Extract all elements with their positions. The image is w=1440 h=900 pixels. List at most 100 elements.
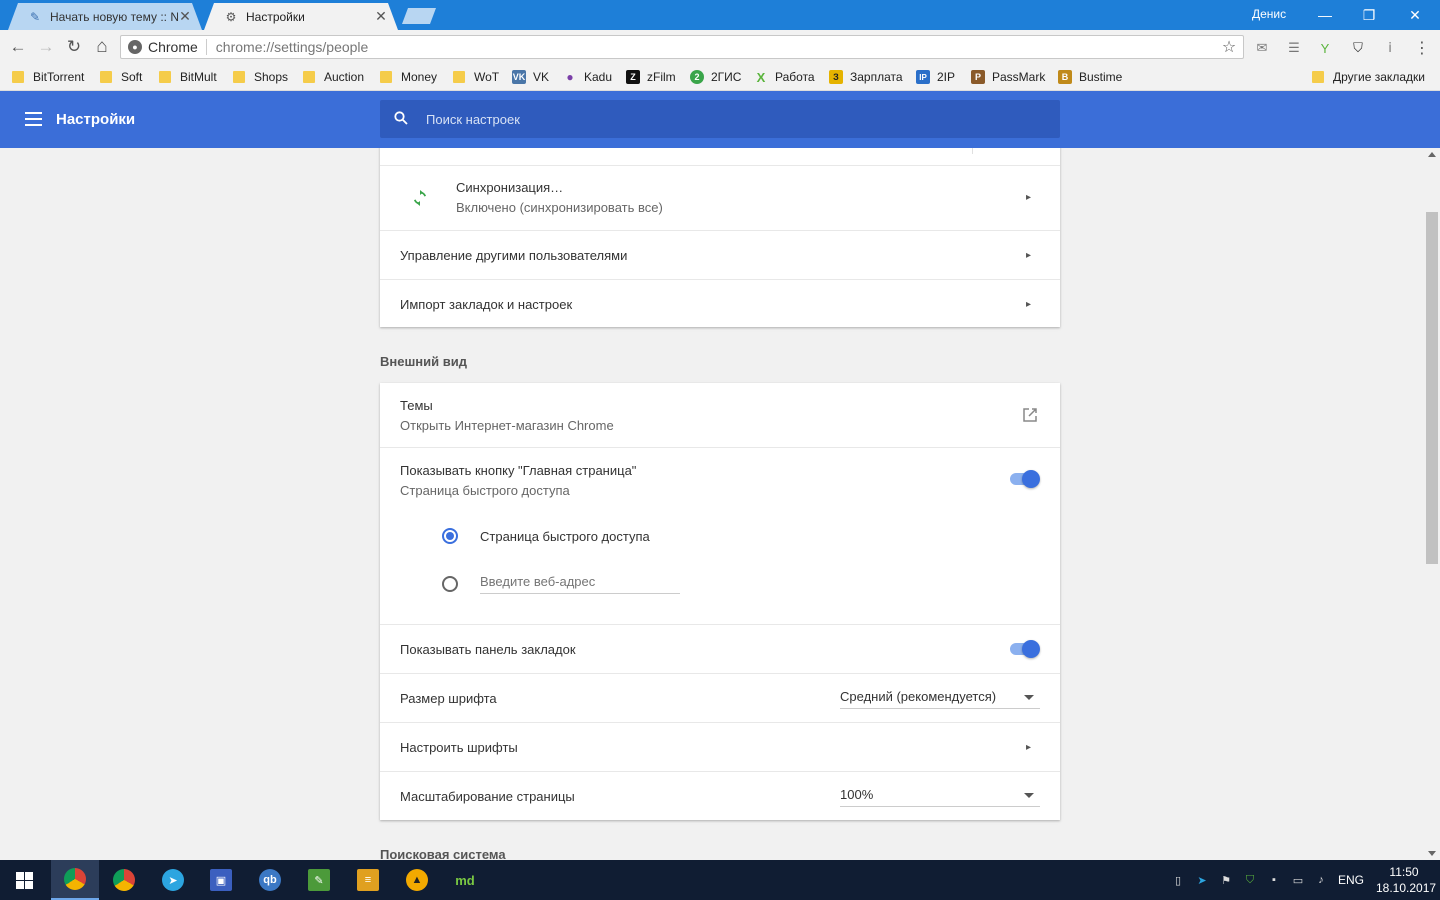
bookmark-2gis[interactable]: 2 2ГИС — [690, 69, 741, 85]
telegram-tray-icon[interactable]: ➤ — [1194, 872, 1210, 888]
network-icon[interactable]: ▭ — [1290, 872, 1306, 888]
taskbar-md[interactable]: md — [441, 860, 489, 900]
volume-icon[interactable]: ♪ — [1313, 872, 1329, 888]
clock[interactable]: 11:50 18.10.2017 — [1376, 864, 1436, 896]
usb-icon[interactable]: ▯ — [1170, 872, 1186, 888]
home-button-title: Показывать кнопку "Главная страница" — [400, 463, 637, 478]
close-window-button[interactable]: ✕ — [1392, 0, 1438, 30]
reload-button[interactable]: ↻ — [63, 36, 85, 58]
bookmark-bustime[interactable]: B Bustime — [1058, 69, 1122, 85]
bookmark-2ip[interactable]: IP 2IP — [916, 69, 955, 85]
import-row[interactable]: Импорт закладок и настроек ▸ — [380, 279, 1060, 327]
chrome-icon — [64, 868, 86, 890]
taskbar-chrome[interactable] — [100, 860, 148, 900]
bookmarks-bar-row[interactable]: Показывать панель закладок — [380, 624, 1060, 673]
chevron-right-icon: ▸ — [1026, 192, 1032, 203]
close-icon[interactable]: ✕ — [178, 8, 192, 25]
customize-fonts-row[interactable]: Настроить шрифты ▸ — [380, 722, 1060, 771]
address-bar[interactable]: ● Chrome chrome://settings/people ☆ — [120, 35, 1244, 59]
shield-icon[interactable]: ⛉ — [1349, 39, 1367, 57]
flag-icon[interactable]: ⚑ — [1218, 872, 1234, 888]
sync-row[interactable]: Синхронизация… Включено (синхронизироват… — [380, 165, 1060, 230]
bookmark-folder[interactable]: Money — [380, 69, 437, 85]
bookmark-zfilm[interactable]: ZzFilm — [626, 69, 676, 85]
telegram-icon: ➤ — [162, 869, 184, 891]
folder-icon — [159, 71, 171, 83]
themes-title: Темы — [400, 398, 433, 413]
import-label: Импорт закладок и настроек — [400, 297, 573, 312]
bookmark-folder[interactable]: Auction — [303, 69, 364, 85]
hamburger-menu-icon[interactable] — [25, 112, 42, 126]
sync-title: Синхронизация… — [456, 180, 564, 195]
bookmarks-bar-toggle[interactable] — [1008, 640, 1040, 658]
bookmark-folder[interactable]: WoT — [453, 69, 499, 85]
back-button[interactable]: ← — [7, 36, 29, 58]
bookmark-folder[interactable]: BitMult — [159, 69, 217, 85]
dropdown-arrow-icon — [1024, 793, 1034, 798]
bookmarks-bar-label: Показывать панель закладок — [400, 642, 576, 657]
taskbar-notepad[interactable]: ✎ — [295, 860, 343, 900]
bookmark-passmark[interactable]: P PassMark — [971, 69, 1045, 85]
start-button[interactable] — [0, 860, 48, 900]
external-link-icon[interactable] — [1022, 407, 1038, 423]
bookmark-folder[interactable]: Soft — [100, 69, 142, 85]
home-button-row: Показывать кнопку "Главная страница" Стр… — [380, 447, 1060, 624]
mail-icon[interactable]: ✉ — [1253, 39, 1271, 57]
url-text[interactable]: chrome://settings/people — [216, 39, 1219, 55]
search-input[interactable] — [426, 109, 1026, 129]
new-tab-button[interactable] — [402, 8, 436, 24]
taskbar-aimp[interactable]: ▲ — [393, 860, 441, 900]
scrollbar-thumb[interactable] — [1426, 212, 1438, 564]
taskbar-qbittorrent[interactable]: qb — [246, 860, 294, 900]
dropdown-arrow-icon — [1024, 695, 1034, 700]
bookmark-vk[interactable]: VK VK — [512, 69, 549, 85]
tab-new-topic[interactable]: ✎ Начать новую тему :: N ✕ — [8, 3, 202, 30]
radio-custom-url[interactable] — [442, 576, 458, 592]
taskbar-notes[interactable]: ≡ — [344, 860, 392, 900]
leaf-icon[interactable]: Y — [1316, 39, 1334, 57]
star-icon[interactable]: ☆ — [1219, 37, 1239, 57]
settings-search[interactable] — [380, 100, 1060, 138]
maximize-button[interactable]: ❐ — [1346, 0, 1392, 30]
bookmark-zarplata[interactable]: З Зарплата — [829, 69, 903, 85]
zoom-select[interactable]: 100% — [840, 783, 1040, 807]
floppy-icon: ▣ — [210, 869, 232, 891]
close-icon[interactable]: ✕ — [374, 8, 388, 25]
home-url-input[interactable] — [480, 570, 680, 594]
passmark-icon: P — [971, 70, 985, 84]
folder-icon — [453, 71, 465, 83]
minimize-button[interactable]: — — [1302, 0, 1348, 30]
themes-row[interactable]: Темы Открыть Интернет-магазин Chrome — [380, 383, 1060, 447]
tab-title: Настройки — [246, 9, 305, 24]
scroll-up-icon[interactable] — [1428, 152, 1436, 157]
taskbar-chrome-active[interactable] — [51, 860, 99, 900]
taskbar-telegram[interactable]: ➤ — [149, 860, 197, 900]
zoom-label: Масштабирование страницы — [400, 789, 575, 804]
radio-ntp[interactable] — [442, 528, 458, 544]
tab-settings[interactable]: ⚙ Настройки ✕ — [204, 3, 398, 30]
language-indicator[interactable]: ENG — [1338, 873, 1364, 887]
home-button[interactable]: ⌂ — [91, 36, 113, 58]
font-size-select[interactable]: Средний (рекомендуется) — [840, 685, 1040, 709]
home-button-toggle[interactable] — [1008, 470, 1040, 488]
profile-row[interactable] — [380, 148, 1060, 165]
info-icon[interactable]: ⅰ — [1381, 39, 1399, 57]
bookmark-folder[interactable]: Shops — [233, 69, 288, 85]
chrome-menu-icon[interactable]: ⋮ — [1413, 39, 1431, 57]
page-scrollbar[interactable] — [1424, 148, 1440, 860]
aimp-icon: ▲ — [406, 869, 428, 891]
forward-button[interactable]: → — [35, 36, 57, 58]
other-bookmarks-folder[interactable]: Другие закладки — [1312, 69, 1425, 85]
profile-name[interactable]: Денис — [1252, 7, 1286, 21]
bookmark-kadu[interactable]: ● Kadu — [563, 69, 612, 85]
manage-users-row[interactable]: Управление другими пользователями ▸ — [380, 230, 1060, 279]
bookmark-folder[interactable]: BitTorrent — [12, 69, 84, 85]
home-button-sub: Страница быстрого доступа — [400, 483, 570, 498]
app-tray-icon[interactable]: ▪ — [1266, 872, 1282, 888]
taskbar-save[interactable]: ▣ — [197, 860, 245, 900]
shield-tray-icon[interactable]: ⛉ — [1242, 872, 1258, 888]
rss-icon[interactable]: ☰ — [1285, 39, 1303, 57]
title-bar: ✎ Начать новую тему :: N ✕ ⚙ Настройки ✕… — [0, 0, 1440, 30]
scroll-down-icon[interactable] — [1428, 851, 1436, 856]
bookmark-rabota[interactable]: X Работа — [754, 69, 815, 85]
